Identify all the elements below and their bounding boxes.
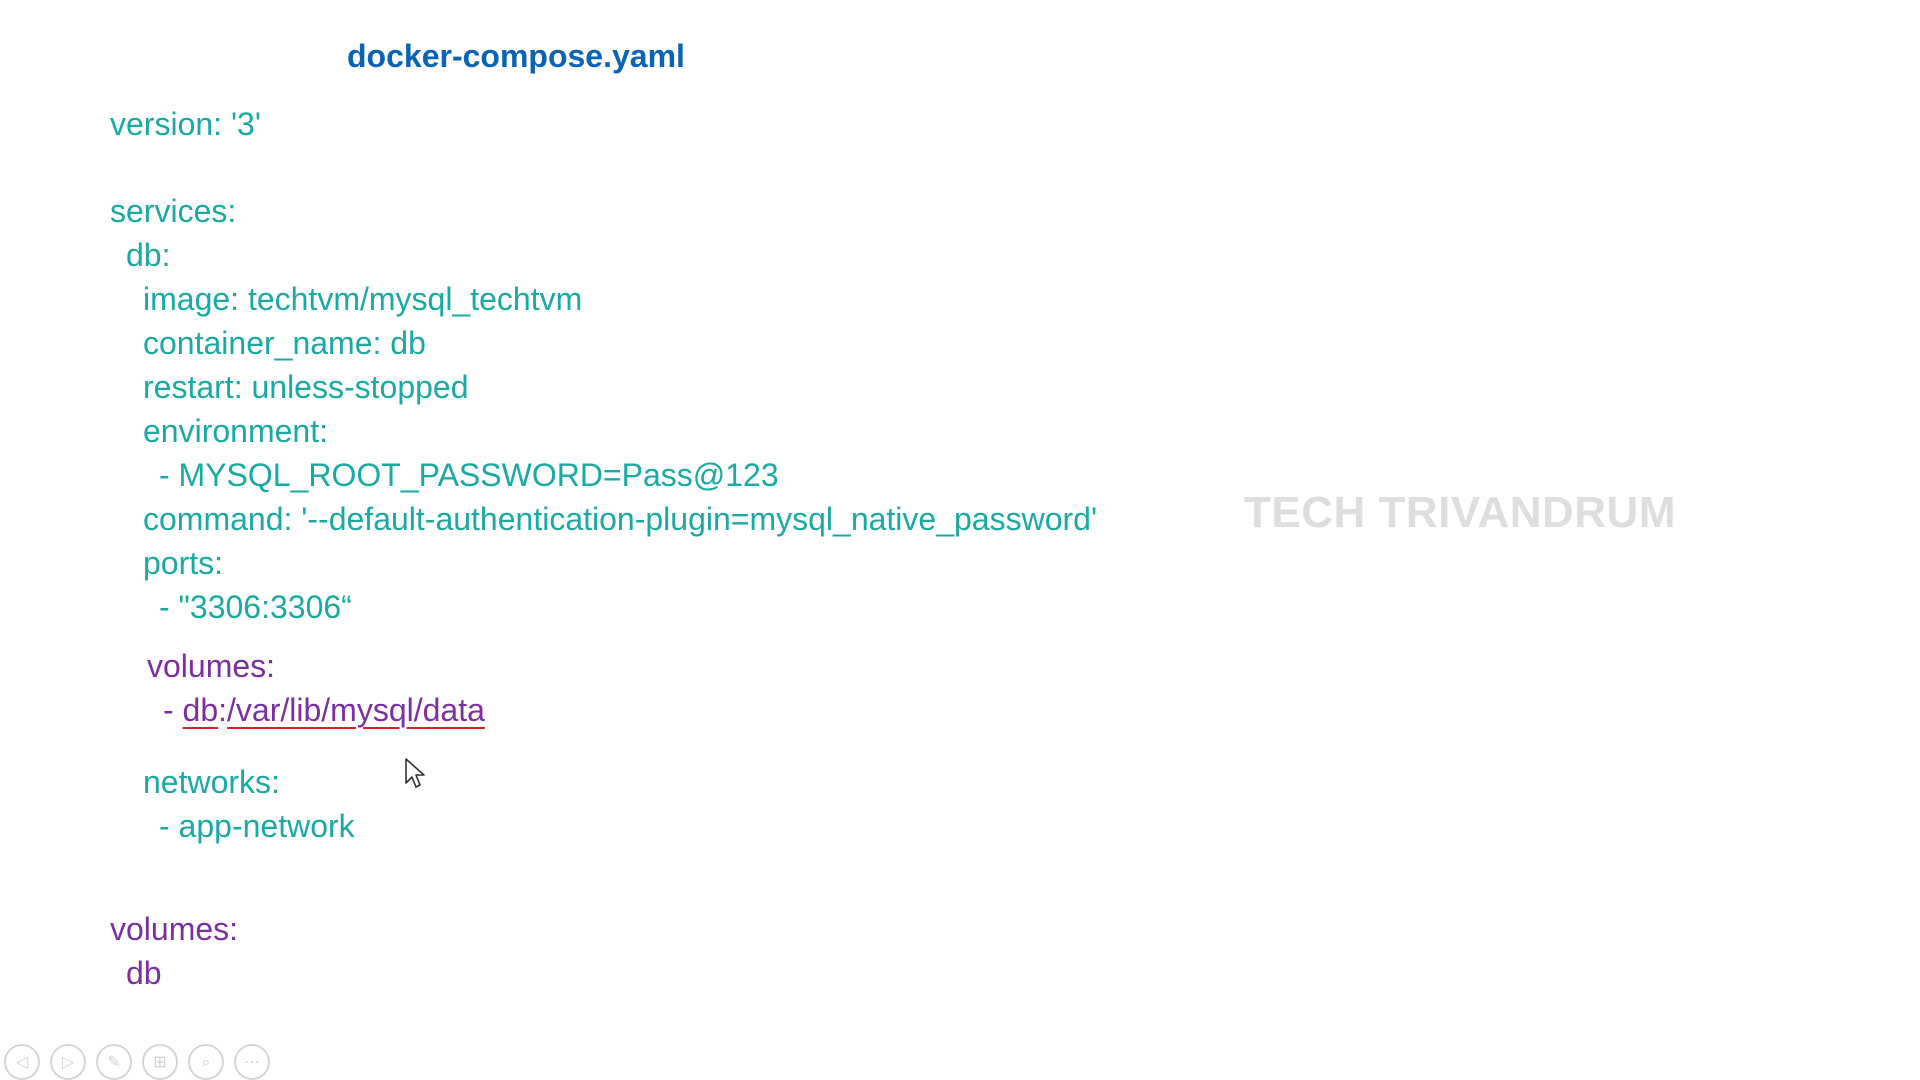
code-volume-item: - db:/var/lib/mysql/data [163,690,485,730]
code-image: image: techtvm/mysql_techtvm [143,281,583,317]
code-env-item: - MYSQL_ROOT_PASSWORD=Pass@123 [159,457,779,493]
next-slide-icon[interactable]: ▷ [50,1044,86,1080]
code-top-volumes: volumes: [110,911,239,947]
slides-grid-icon[interactable]: ⊞ [142,1044,178,1080]
code-networks: networks: [143,764,280,800]
code-top-volume-item: db [126,955,162,991]
zoom-icon[interactable]: ⌕ [188,1044,224,1080]
code-port-item: - "3306:3306“ [159,589,352,625]
code-command: command: '--default-authentication-plugi… [143,501,1098,537]
volume-name: db [182,692,219,728]
watermark: TECH TRIVANDRUM [1244,488,1676,537]
code-services: services: [110,193,237,229]
mouse-cursor-icon [405,758,425,788]
code-network-item: - app-network [159,808,355,844]
more-options-icon[interactable]: ⋯ [234,1044,270,1080]
slideshow-controls: ◁ ▷ ✎ ⊞ ⌕ ⋯ [4,1044,270,1080]
volume-path: /var/lib/mysql/data [227,692,485,728]
code-ports: ports: [143,545,224,581]
code-volumes: volumes: [147,648,276,684]
volume-dash: - [163,692,183,728]
volume-colon: : [218,692,228,728]
code-environment: environment: [143,413,328,449]
pen-icon[interactable]: ✎ [96,1044,132,1080]
code-container-name: container_name: db [143,325,426,361]
previous-slide-icon[interactable]: ◁ [4,1044,40,1080]
code-db: db: [126,237,171,273]
code-restart: restart: unless-stopped [143,369,469,405]
file-title: docker-compose.yaml [347,38,685,74]
code-version: version: '3' [110,106,261,142]
